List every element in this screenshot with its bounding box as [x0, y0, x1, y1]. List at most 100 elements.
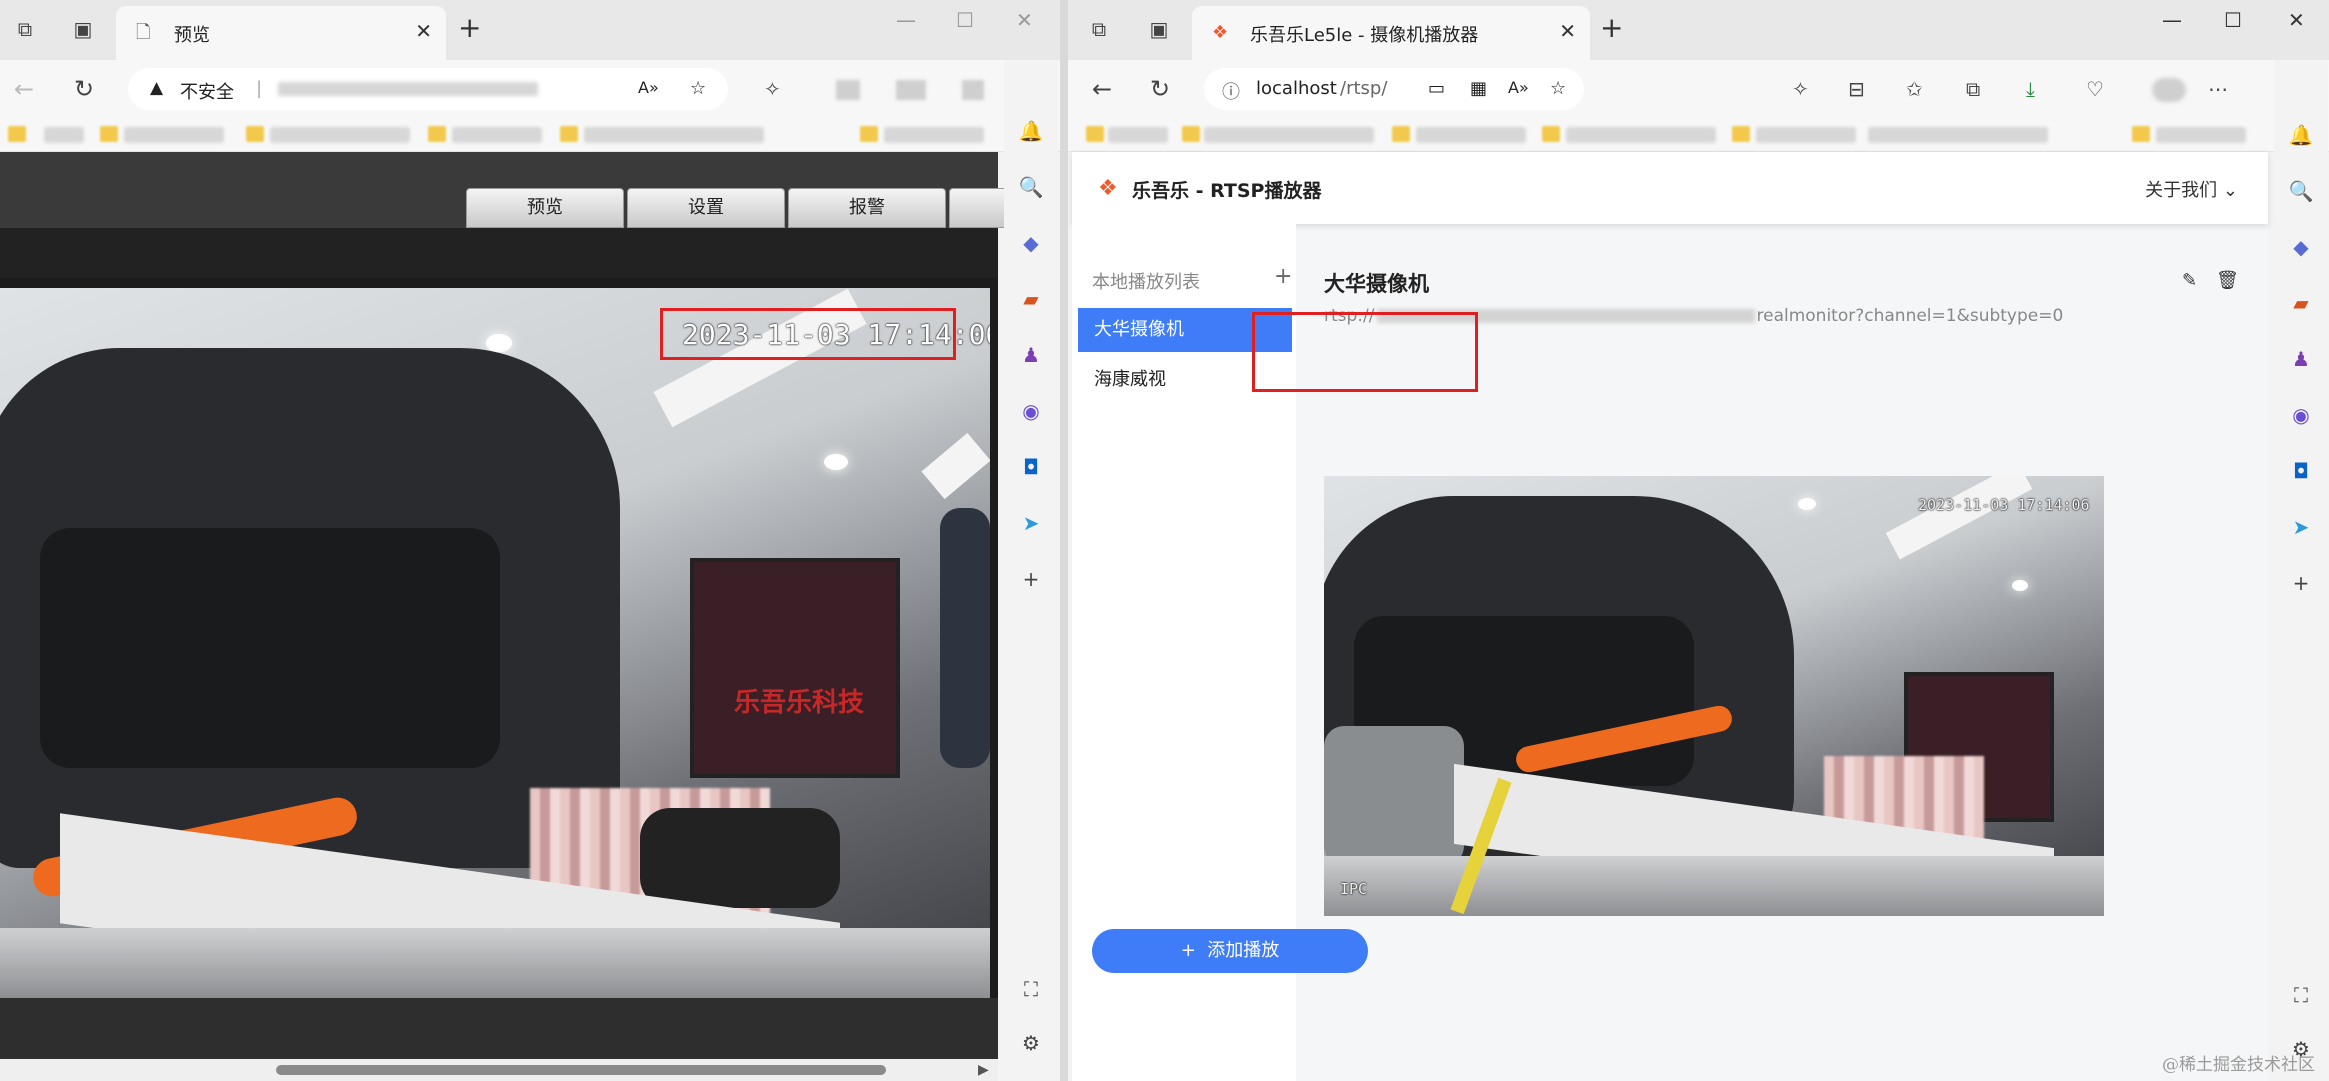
- tag-icon[interactable]: ◆: [1018, 230, 1044, 256]
- outlook-icon[interactable]: ◘: [1018, 454, 1044, 480]
- blurred-bookmark[interactable]: [584, 127, 764, 143]
- rtsp-video-player[interactable]: 2023-11-03 17:14:06 IPC: [1324, 476, 2104, 916]
- copilot-icon[interactable]: ◉: [1018, 398, 1044, 424]
- tab-alarm-page[interactable]: 报警: [788, 188, 946, 228]
- close-window-button[interactable]: ✕: [1016, 8, 1033, 32]
- tag-icon[interactable]: ◆: [2288, 234, 2314, 260]
- blurred-bookmark[interactable]: [1108, 127, 1168, 143]
- blurred-bookmark[interactable]: [884, 127, 984, 143]
- about-menu-label: 关于我们: [2145, 180, 2218, 201]
- blurred-bookmark[interactable]: [1416, 127, 1526, 143]
- toolbox-icon[interactable]: ▰: [2288, 290, 2314, 316]
- blurred-bookmark[interactable]: [1868, 127, 2048, 143]
- refresh-icon[interactable]: ↻: [74, 74, 94, 104]
- blurred-address: [278, 82, 538, 96]
- screenshot-icon[interactable]: ⛶: [2288, 982, 2314, 1008]
- performance-icon[interactable]: ♡: [2086, 76, 2104, 102]
- grey-bag: [1324, 726, 1464, 866]
- extensions-icon[interactable]: ✧: [1792, 76, 1809, 102]
- blurred-bookmark[interactable]: [452, 127, 542, 143]
- plus-icon[interactable]: +: [2288, 570, 2314, 596]
- chess-icon[interactable]: ♟: [1018, 342, 1044, 368]
- copilot-icon[interactable]: ◉: [2288, 402, 2314, 428]
- workspaces-icon[interactable]: ⧉: [1084, 14, 1114, 44]
- about-menu[interactable]: 关于我们 ⌄: [2145, 176, 2238, 202]
- horizontal-scrollbar[interactable]: ▶: [0, 1059, 998, 1081]
- tab-settings-page[interactable]: 设置: [627, 188, 785, 228]
- refresh-icon[interactable]: ↻: [1150, 74, 1170, 104]
- add-play-button[interactable]: + 添加播放: [1092, 929, 1368, 973]
- bell-icon[interactable]: 🔔: [2288, 122, 2314, 148]
- app-available-icon[interactable]: ▭: [1428, 78, 1445, 99]
- send-icon[interactable]: ➤: [2288, 514, 2314, 540]
- back-icon[interactable]: ←: [14, 74, 34, 104]
- blurred-bookmark[interactable]: [1756, 127, 1856, 143]
- read-aloud-icon[interactable]: A»: [638, 78, 659, 97]
- add-playlist-icon[interactable]: +: [1274, 264, 1292, 289]
- info-icon: ⓘ: [1222, 82, 1240, 103]
- delete-icon[interactable]: 🗑: [2216, 270, 2239, 291]
- camera-toolbar: [0, 228, 998, 278]
- blurred-bookmark[interactable]: [2156, 127, 2246, 143]
- toolbox-icon[interactable]: ▰: [1018, 286, 1044, 312]
- address-separator: |: [256, 78, 263, 99]
- maximize-button[interactable]: ☐: [2224, 8, 2242, 32]
- folder-icon: [1732, 126, 1750, 142]
- favorite-icon[interactable]: ☆: [1550, 78, 1566, 99]
- scrollbar-thumb[interactable]: [276, 1065, 886, 1075]
- window-divider: [1060, 0, 1068, 1081]
- close-tab-icon[interactable]: ✕: [1559, 19, 1576, 43]
- blurred-bookmark[interactable]: [1566, 127, 1716, 143]
- outlook-icon[interactable]: ◘: [2288, 458, 2314, 484]
- settings-icon[interactable]: ⚙: [1018, 1030, 1044, 1056]
- minimize-button[interactable]: —: [896, 8, 916, 32]
- qr-code-icon[interactable]: ▦: [1470, 78, 1487, 99]
- le5le-logo-icon: ❖: [1098, 176, 1118, 201]
- send-icon[interactable]: ➤: [1018, 510, 1044, 536]
- right-browser-window: ⧉ ▣ ❖ 乐吾乐Le5le - 摄像机播放器 ✕ + — ☐ ✕ ← ↻ ⓘ …: [1068, 0, 2329, 1081]
- tab-more-page[interactable]: [949, 188, 1009, 228]
- live-video[interactable]: 乐吾乐科技 2023-11-03 17:14:06: [0, 288, 990, 998]
- back-icon[interactable]: ←: [1092, 74, 1112, 104]
- edit-icon[interactable]: ✎: [2182, 270, 2197, 291]
- screenshot-icon[interactable]: ⛶: [1018, 976, 1044, 1002]
- new-tab-button[interactable]: +: [458, 13, 481, 43]
- plus-icon[interactable]: +: [1018, 566, 1044, 592]
- new-tab-button[interactable]: +: [1600, 13, 1623, 43]
- search-icon[interactable]: 🔍: [1018, 174, 1044, 200]
- tab-preview-page[interactable]: 预览: [466, 188, 624, 228]
- chess-icon[interactable]: ♟: [2288, 346, 2314, 372]
- bell-icon[interactable]: 🔔: [1018, 118, 1044, 144]
- blurred-bookmark[interactable]: [1204, 127, 1374, 143]
- maximize-button[interactable]: ☐: [956, 8, 974, 32]
- split-screen-icon[interactable]: ⊟: [1848, 76, 1865, 102]
- playlist-header: 本地播放列表: [1092, 272, 1200, 293]
- folder-icon: [560, 126, 578, 142]
- address-bar[interactable]: ⓘ localhost /rtsp/ ▭ ▦ A» ☆: [1204, 68, 1584, 110]
- blurred-bookmark[interactable]: [44, 127, 84, 143]
- address-bar[interactable]: ▲ 不安全 | A» ☆: [128, 68, 728, 110]
- tab-actions-icon[interactable]: ▣: [1144, 14, 1174, 44]
- scroll-right-arrow-icon[interactable]: ▶: [978, 1062, 989, 1078]
- extensions-icon[interactable]: ✧: [764, 76, 781, 102]
- favorites-icon[interactable]: ✩: [1906, 76, 1923, 102]
- tab-actions-icon[interactable]: ▣: [68, 14, 98, 44]
- collections-icon[interactable]: ⧉: [1966, 76, 1980, 102]
- workspaces-icon[interactable]: ⧉: [10, 14, 40, 44]
- read-aloud-icon[interactable]: A»: [1508, 78, 1529, 97]
- blurred-bookmark[interactable]: [124, 127, 224, 143]
- downloads-icon[interactable]: ⤓: [2026, 76, 2035, 102]
- close-tab-icon[interactable]: ✕: [415, 19, 432, 43]
- profile-avatar[interactable]: [2152, 78, 2186, 102]
- tab-title: 乐吾乐Le5le - 摄像机播放器: [1250, 25, 1479, 46]
- address-host: localhost: [1256, 78, 1337, 99]
- search-icon[interactable]: 🔍: [2288, 178, 2314, 204]
- minimize-button[interactable]: —: [2162, 8, 2182, 32]
- address-row: ← ↻ ▲ 不安全 | A» ☆ ✧: [0, 60, 1060, 118]
- tab-preview[interactable]: 🗋 预览 ✕: [116, 6, 446, 60]
- close-window-button[interactable]: ✕: [2288, 8, 2305, 32]
- tab-rtsp-player[interactable]: ❖ 乐吾乐Le5le - 摄像机播放器 ✕: [1192, 6, 1590, 60]
- more-options-icon[interactable]: ⋯: [2208, 76, 2228, 102]
- blurred-bookmark[interactable]: [270, 127, 410, 143]
- favorite-icon[interactable]: ☆: [690, 78, 706, 99]
